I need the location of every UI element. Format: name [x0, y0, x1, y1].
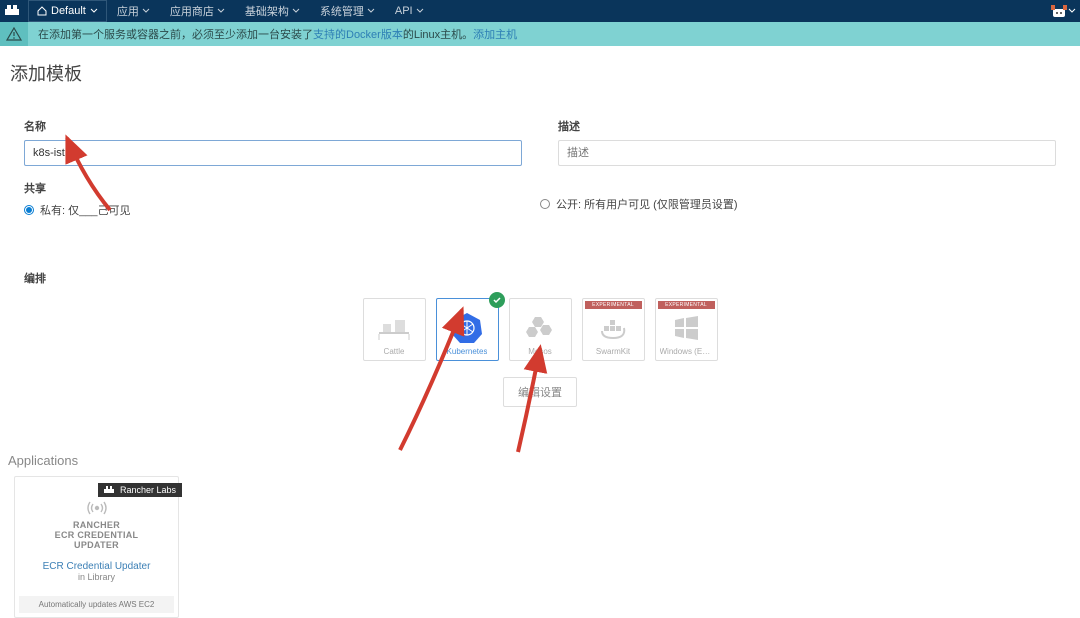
- chevron-down-icon: [367, 7, 375, 15]
- signal-icon: [86, 499, 108, 517]
- banner-text: 在添加第一个服务或容器之前，必须至少添加一台安装了支持的Docker版本的Lin…: [28, 26, 527, 42]
- orch-option-kubernetes[interactable]: Kubernetes: [436, 298, 499, 361]
- name-label: 名称: [24, 118, 522, 134]
- app-logo-line2: ECR CREDENTIAL: [25, 531, 168, 541]
- share-label: 共享: [24, 180, 540, 196]
- nav-infrastructure[interactable]: 基础架构: [235, 0, 310, 22]
- app-subtitle: in Library: [25, 572, 168, 582]
- cattle-icon: [377, 311, 411, 345]
- nav-api[interactable]: API: [385, 0, 434, 22]
- windows-icon: [669, 311, 703, 345]
- warning-banner: 在添加第一个服务或容器之前，必须至少添加一台安装了支持的Docker版本的Lin…: [0, 22, 1080, 46]
- experimental-badge: EXPERIMENTAL: [585, 301, 642, 309]
- app-title: ECR Credential Updater: [25, 561, 168, 572]
- brand-logo[interactable]: [0, 0, 28, 22]
- nav-admin[interactable]: 系统管理: [310, 0, 385, 22]
- orch-label: SwarmKit: [596, 347, 630, 356]
- description-input[interactable]: [558, 140, 1056, 166]
- orch-option-swarmkit[interactable]: EXPERIMENTAL SwarmKit: [582, 298, 645, 361]
- environment-label: Default: [51, 5, 86, 17]
- nav-label: 基础架构: [245, 3, 289, 19]
- orch-label: Windows (Ex...: [660, 347, 713, 356]
- app-description: Automatically updates AWS EC2: [19, 596, 174, 614]
- orch-option-mesos[interactable]: Mesos: [509, 298, 572, 361]
- kubernetes-icon: [450, 311, 484, 345]
- name-input[interactable]: [24, 140, 522, 166]
- cow-avatar-icon: [1050, 3, 1068, 19]
- nav-label: 应用商店: [170, 3, 214, 19]
- edit-settings-button[interactable]: 编辑设置: [503, 377, 577, 407]
- applications-header: Applications: [8, 453, 1076, 468]
- radio-selected-icon: [24, 205, 34, 215]
- template-form-card: 名称 描述 共享 私有: 仅___己可见 公开: 所有用户可见 (仅限管理员设置…: [6, 104, 1074, 242]
- mesos-icon: [523, 311, 557, 345]
- ribbon-logo-icon: [104, 486, 116, 494]
- check-icon: [489, 292, 505, 308]
- orch-option-cattle[interactable]: Cattle: [363, 298, 426, 361]
- share-private-radio[interactable]: 私有: 仅___己可见: [24, 202, 540, 218]
- chevron-down-icon: [142, 7, 150, 15]
- add-host-link[interactable]: 添加主机: [473, 29, 517, 41]
- page-content: 添加模板 名称 描述 共享 私有: 仅___己可见: [0, 60, 1080, 618]
- orch-option-windows[interactable]: EXPERIMENTAL Windows (Ex...: [655, 298, 718, 361]
- app-catalog-card[interactable]: Rancher Labs RANCHER ECR CREDENTIAL UPDA…: [14, 476, 179, 618]
- banner-mid: 的Linux主机。: [403, 29, 473, 41]
- top-navbar: Default 应用 应用商店 基础架构 系统管理 API: [0, 0, 1080, 22]
- experimental-badge: EXPERIMENTAL: [658, 301, 715, 309]
- warning-icon: [0, 22, 28, 46]
- user-menu[interactable]: [1046, 0, 1080, 22]
- home-icon: [37, 6, 47, 16]
- orchestration-options: Cattle Kubernetes Mesos EXPERIMENTAL: [24, 298, 1056, 361]
- orchestration-label: 编排: [24, 270, 1056, 286]
- share-private-label: 私有: 仅___己可见: [40, 202, 130, 218]
- share-public-radio[interactable]: 公开: 所有用户可见 (仅限管理员设置): [540, 196, 1056, 212]
- nav-label: API: [395, 5, 413, 17]
- nav-catalog[interactable]: 应用商店: [160, 0, 235, 22]
- chevron-down-icon: [292, 7, 300, 15]
- environment-selector[interactable]: Default: [28, 0, 107, 22]
- orch-label: Kubernetes: [447, 347, 488, 356]
- orch-label: Mesos: [528, 347, 552, 356]
- chevron-down-icon: [1068, 7, 1076, 15]
- rancher-labs-ribbon: Rancher Labs: [98, 483, 182, 497]
- swarmkit-icon: [596, 311, 630, 345]
- chevron-down-icon: [416, 7, 424, 15]
- orchestration-card: 编排 Cattle Kubernetes: [6, 256, 1074, 431]
- nav-label: 系统管理: [320, 3, 364, 19]
- nav-apps[interactable]: 应用: [107, 0, 160, 22]
- app-logo-line3: UPDATER: [25, 541, 168, 551]
- nav-spacer: [434, 0, 1046, 22]
- docker-version-link[interactable]: 支持的Docker版本: [313, 29, 403, 41]
- banner-prefix: 在添加第一个服务或容器之前，必须至少添加一台安装了: [38, 29, 313, 41]
- share-public-label: 公开: 所有用户可见 (仅限管理员设置): [556, 196, 738, 212]
- orch-label: Cattle: [384, 347, 405, 356]
- page-title: 添加模板: [10, 60, 1076, 86]
- app-logo-line1: RANCHER: [25, 521, 168, 531]
- ribbon-label: Rancher Labs: [120, 485, 176, 495]
- chevron-down-icon: [217, 7, 225, 15]
- nav-label: 应用: [117, 3, 139, 19]
- chevron-down-icon: [90, 7, 98, 15]
- radio-unselected-icon: [540, 199, 550, 209]
- description-label: 描述: [558, 118, 1056, 134]
